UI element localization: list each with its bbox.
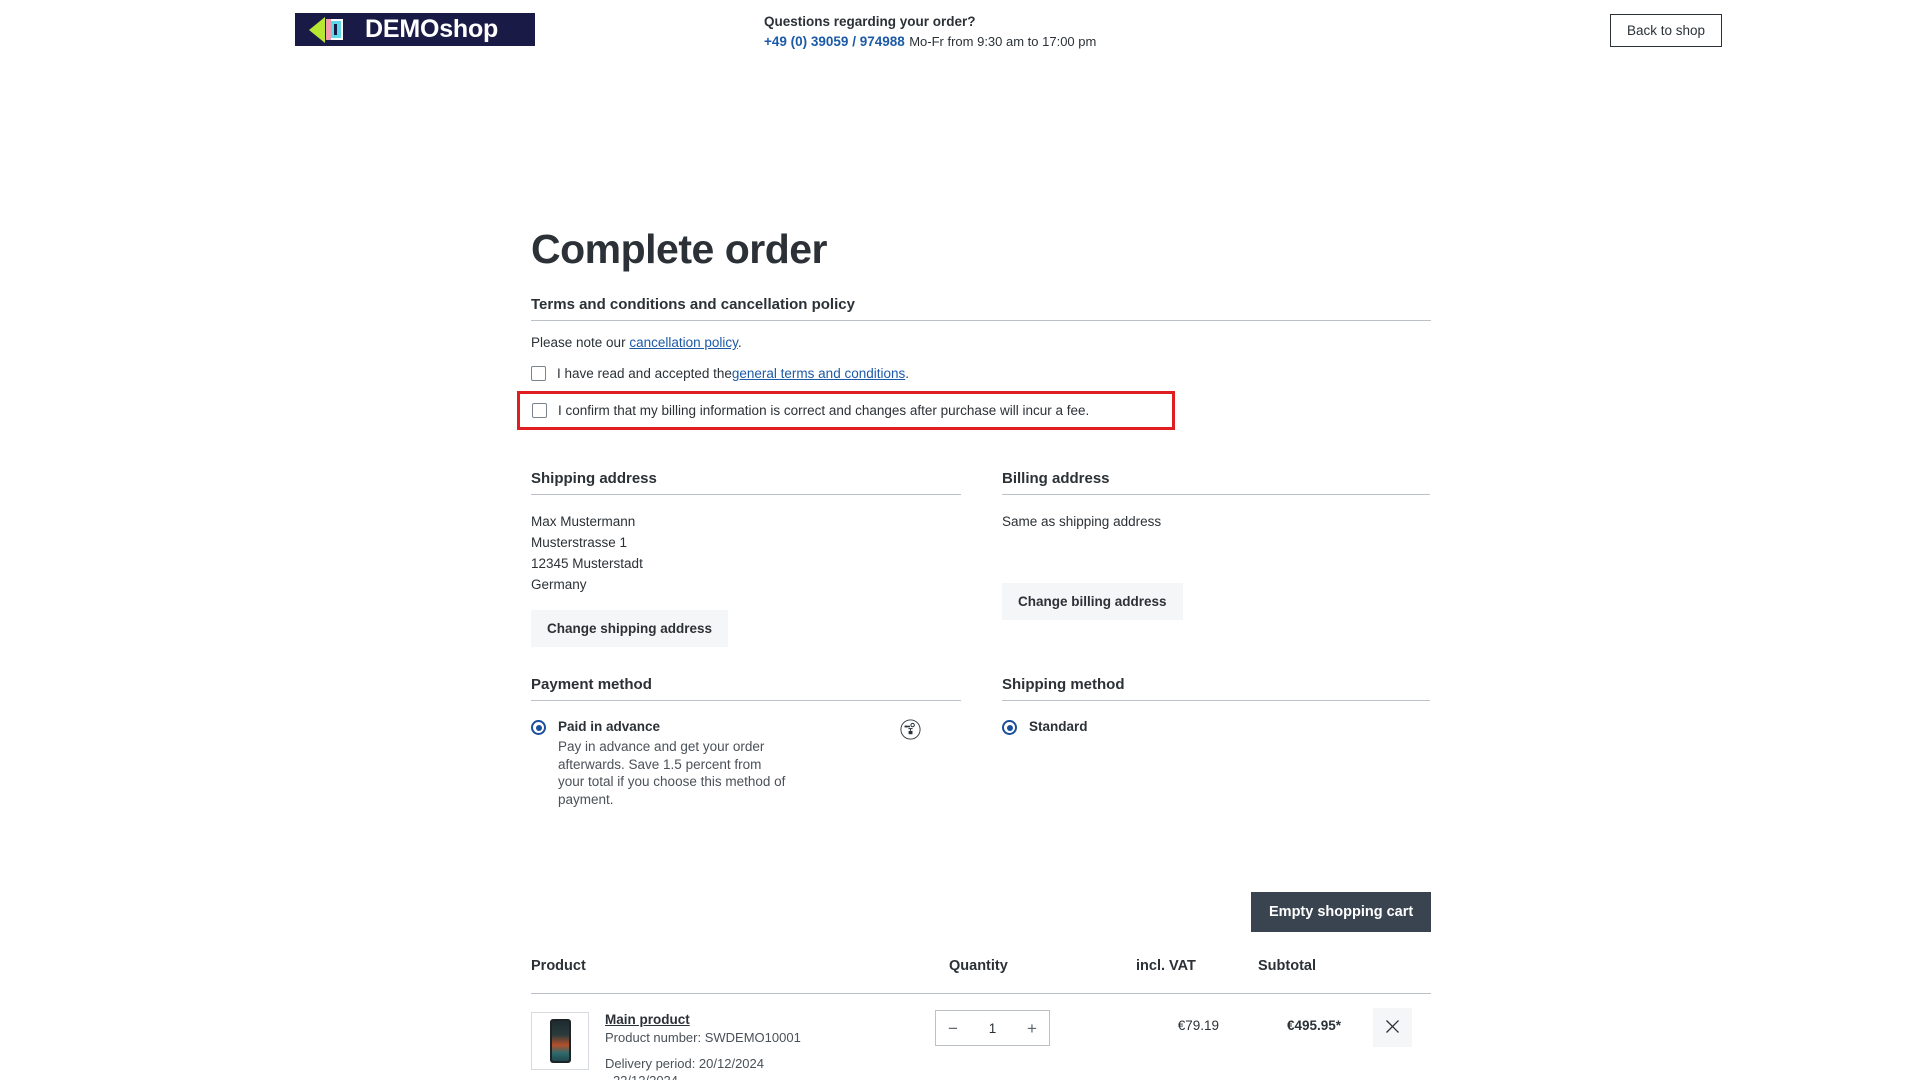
product-number: Product number: SWDEMO10001 <box>605 1030 801 1045</box>
column-header-vat: incl. VAT <box>1136 958 1196 974</box>
product-thumbnail[interactable] <box>531 1012 589 1070</box>
payment-option-radio[interactable] <box>531 720 546 735</box>
shipping-address-line: Germany <box>531 577 587 592</box>
shipping-method-title: Shipping method <box>1002 676 1430 701</box>
table-row: Main product Product number: SWDEMO10001… <box>531 994 1431 1080</box>
cancellation-note-prefix: Please note our <box>531 335 630 350</box>
prepayment-icon <box>900 719 921 740</box>
page-title: Complete order <box>531 226 828 272</box>
terms-accept-prefix: I have read and accepted the <box>557 366 732 381</box>
shipping-address-line: Max Mustermann <box>531 514 636 529</box>
product-info: Main product Product number: SWDEMO10001… <box>605 1012 905 1080</box>
contact-phone[interactable]: +49 (0) 39059 / 974988 <box>764 34 905 49</box>
remove-item-button[interactable] <box>1373 1008 1412 1047</box>
site-header: DEMOshop Questions regarding your order?… <box>0 0 1920 68</box>
terms-section-title: Terms and conditions and cancellation po… <box>531 296 1431 321</box>
logo-chevron-icon <box>309 16 351 43</box>
quantity-increase-button[interactable]: + <box>1027 1020 1037 1037</box>
change-shipping-address-button[interactable]: Change shipping address <box>531 610 729 647</box>
billing-address-title: Billing address <box>1002 470 1430 495</box>
cancellation-policy-link[interactable]: cancellation policy <box>629 335 738 350</box>
contact-hours: Mo-Fr from 9:30 am to 17:00 pm <box>909 34 1097 49</box>
terms-section: Terms and conditions and cancellation po… <box>517 296 1431 430</box>
contact-question: Questions regarding your order? <box>764 14 976 29</box>
close-icon <box>1385 1019 1400 1037</box>
shipping-option-label: Standard <box>1029 719 1088 734</box>
cancellation-note: Please note our cancellation policy. <box>531 335 1431 350</box>
terms-accept-checkbox[interactable] <box>531 366 546 381</box>
terms-accept-suffix: . <box>905 366 910 381</box>
payment-option-row[interactable]: Paid in advance Pay in advance and get y… <box>531 718 961 808</box>
billing-confirm-label: I confirm that my billing information is… <box>558 403 1090 418</box>
cancellation-note-suffix: . <box>737 335 742 350</box>
shipping-option-row[interactable]: Standard <box>1002 718 1430 736</box>
logo-text: DEMOshop <box>365 15 499 43</box>
product-name-link[interactable]: Main product <box>605 1012 905 1027</box>
billing-address-section: Billing address Same as shipping address… <box>1002 470 1430 620</box>
shipping-address-line: Musterstrasse 1 <box>531 535 628 550</box>
shipping-method-section: Shipping method Standard <box>1002 676 1430 736</box>
shipping-address-lines: Max Mustermann Musterstrasse 1 12345 Mus… <box>531 511 961 595</box>
header-contact-block: Questions regarding your order? +49 (0) … <box>764 12 1096 52</box>
empty-shopping-cart-button[interactable]: Empty shopping cart <box>1251 892 1432 932</box>
back-to-shop-button[interactable]: Back to shop <box>1609 14 1722 47</box>
product-delivery-period: Delivery period: 20/12/2024 - 22/12/2024 <box>605 1056 764 1080</box>
change-billing-address-button[interactable]: Change billing address <box>1002 583 1183 620</box>
shipping-address-title: Shipping address <box>531 470 961 495</box>
column-header-subtotal: Subtotal <box>1258 958 1316 974</box>
terms-accept-row[interactable]: I have read and accepted the general ter… <box>531 366 1431 381</box>
payment-method-section: Payment method Paid in advance Pay in ad… <box>531 676 961 808</box>
quantity-decrease-button[interactable]: − <box>948 1020 958 1037</box>
quantity-stepper[interactable]: − 1 + <box>935 1010 1050 1046</box>
item-vat-amount: €79.19 <box>1177 1018 1219 1033</box>
billing-spacer <box>1002 532 1430 568</box>
general-terms-link[interactable]: general terms and conditions <box>732 366 905 381</box>
payment-option-description: Pay in advance and get your order afterw… <box>558 739 786 807</box>
payment-method-title: Payment method <box>531 676 961 701</box>
cart-table-header: Product Quantity incl. VAT Subtotal <box>531 958 1431 994</box>
billing-address-value: Same as shipping address <box>1002 514 1162 529</box>
site-logo[interactable]: DEMOshop <box>295 13 535 46</box>
payment-option-label: Paid in advance <box>558 719 661 734</box>
shipping-address-line: 12345 Musterstadt <box>531 556 643 571</box>
cart-table: Product Quantity incl. VAT Subtotal Main… <box>531 958 1431 1080</box>
column-header-quantity: Quantity <box>949 958 1008 974</box>
shipping-address-section: Shipping address Max Mustermann Musterst… <box>531 470 961 647</box>
item-subtotal-amount: €495.95* <box>1286 1018 1341 1033</box>
quantity-value[interactable]: 1 <box>989 1021 997 1036</box>
smartphone-image <box>549 1019 571 1063</box>
billing-confirm-highlight[interactable]: I confirm that my billing information is… <box>517 391 1175 430</box>
shipping-option-radio[interactable] <box>1002 720 1017 735</box>
column-header-product: Product <box>531 958 586 974</box>
billing-confirm-checkbox[interactable] <box>532 403 547 418</box>
